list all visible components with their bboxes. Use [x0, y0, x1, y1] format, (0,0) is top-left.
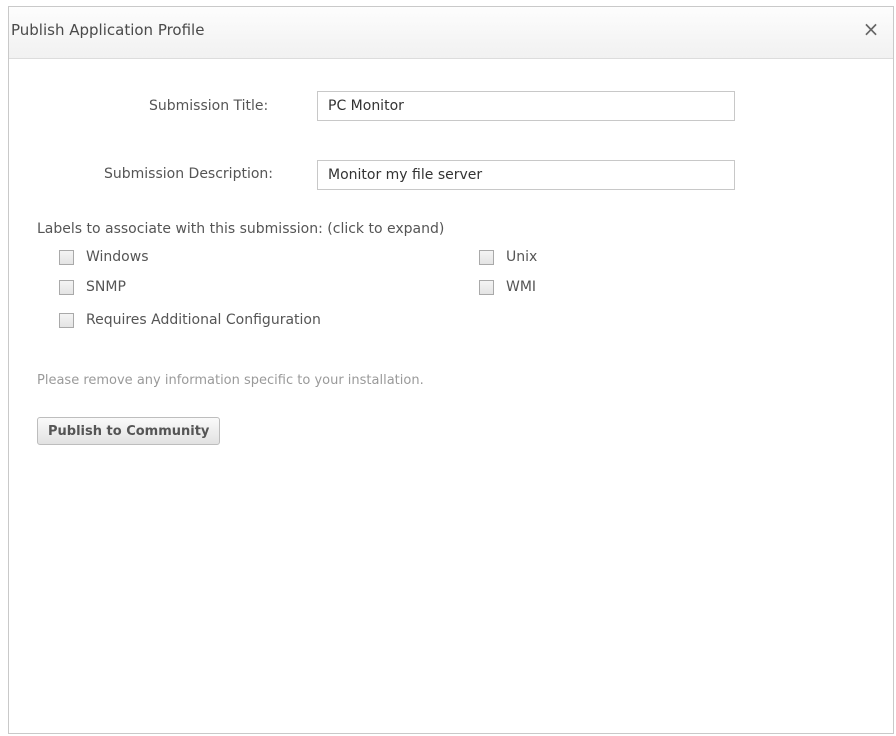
label-option-wmi[interactable]: WMI	[479, 277, 536, 297]
wmi-label: WMI	[506, 279, 537, 295]
submission-title-input[interactable]	[317, 91, 735, 121]
windows-checkbox[interactable]	[59, 249, 74, 265]
publish-dialog: Publish Application Profile × Submission…	[8, 6, 894, 734]
snmp-checkbox[interactable]	[59, 279, 74, 295]
unix-checkbox[interactable]	[479, 249, 494, 265]
submission-title-label: Submission Title:	[149, 98, 269, 114]
close-icon[interactable]: ×	[861, 19, 881, 39]
publish-to-community-button[interactable]: Publish to Community	[37, 417, 221, 445]
requires-config-label: Requires Additional Configuration	[86, 312, 321, 328]
submission-description-input[interactable]	[317, 160, 735, 190]
snmp-label: SNMP	[86, 279, 126, 295]
label-option-unix[interactable]: Unix	[479, 247, 537, 267]
label-option-snmp[interactable]: SNMP	[59, 277, 126, 297]
windows-label: Windows	[86, 249, 149, 265]
dialog-titlebar: Publish Application Profile ×	[9, 7, 893, 59]
wmi-checkbox[interactable]	[479, 279, 494, 295]
labels-heading[interactable]: Labels to associate with this submission…	[37, 221, 444, 237]
unix-label: Unix	[506, 249, 538, 265]
submission-description-label: Submission Description:	[104, 166, 273, 182]
installation-hint: Please remove any information specific t…	[37, 373, 424, 388]
requires-config-checkbox[interactable]	[59, 312, 74, 328]
dialog-title: Publish Application Profile	[11, 21, 205, 39]
label-option-requires-config[interactable]: Requires Additional Configuration	[59, 310, 321, 330]
label-option-windows[interactable]: Windows	[59, 247, 149, 267]
